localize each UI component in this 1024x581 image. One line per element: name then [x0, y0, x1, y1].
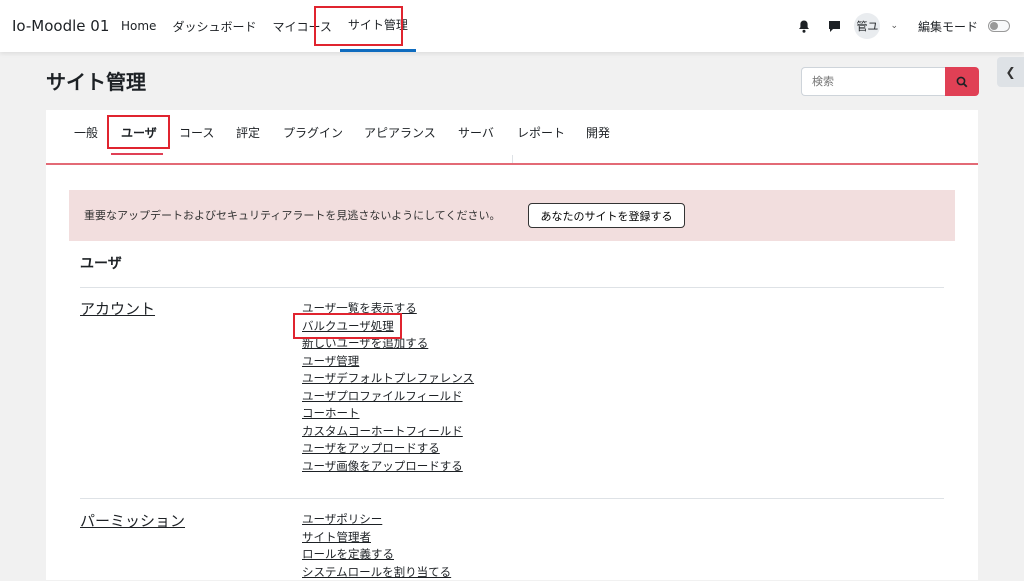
avatar[interactable]: 管ユ	[854, 13, 880, 39]
link-site-admins[interactable]: サイト管理者	[302, 529, 451, 547]
link-user-policies[interactable]: ユーザポリシー	[302, 511, 451, 529]
alert-text: 重要なアップデートおよびセキュリティアラートを見逃さないようにしてください。	[84, 207, 500, 223]
tab-reports[interactable]: レポート	[517, 124, 565, 141]
tab-general[interactable]: 一般	[74, 124, 98, 141]
link-define-roles[interactable]: ロールを定義する	[302, 546, 451, 564]
link-cohorts[interactable]: コーホート	[302, 405, 474, 423]
category-permissions[interactable]: パーミッション	[80, 510, 185, 531]
admin-card: 一般 ユーザ コース 評定 プラグイン アピアランス サーバ レポート 開発 重…	[46, 110, 978, 580]
nav-home[interactable]: Home	[113, 0, 164, 52]
top-navbar: Io-Moodle 01 Home ダッシュボード マイコース サイト管理 管ユ…	[0, 0, 1024, 52]
edit-mode-toggle[interactable]	[988, 20, 1010, 32]
edit-mode-label: 編集モード	[918, 18, 978, 35]
page-title: サイト管理	[46, 66, 146, 95]
search-icon	[956, 76, 968, 88]
link-cohort-custom-fields[interactable]: カスタムコーホートフィールド	[302, 423, 474, 441]
divider	[80, 287, 944, 288]
highlight-box-bulk-users	[293, 313, 402, 339]
link-assign-system-roles[interactable]: システムロールを割り当てる	[302, 564, 451, 581]
site-brand[interactable]: Io-Moodle 01	[12, 17, 109, 35]
tab-server[interactable]: サーバ	[458, 124, 494, 141]
section-heading: ユーザ	[80, 253, 122, 273]
link-upload-pictures[interactable]: ユーザ画像をアップロードする	[302, 458, 474, 476]
link-user-management[interactable]: ユーザ管理	[302, 353, 474, 371]
link-user-profile-fields[interactable]: ユーザプロファイルフィールド	[302, 388, 474, 406]
search-input[interactable]	[801, 67, 945, 96]
tab-grades[interactable]: 評定	[236, 124, 260, 141]
tab-plugins[interactable]: プラグイン	[283, 124, 343, 141]
user-nav: 管ユ ⌄ 編集モード	[794, 0, 1010, 52]
chevron-down-icon[interactable]: ⌄	[890, 21, 898, 31]
tab-appearance[interactable]: アピアランス	[364, 124, 436, 141]
tab-development[interactable]: 開発	[586, 124, 610, 141]
highlight-box-users-tab	[107, 115, 170, 149]
permissions-link-list: ユーザポリシー サイト管理者 ロールを定義する システムロールを割り当てる	[302, 511, 451, 581]
message-icon[interactable]	[824, 16, 844, 36]
link-user-default-preferences[interactable]: ユーザデフォルトプレファレンス	[302, 370, 474, 388]
registration-alert: 重要なアップデートおよびセキュリティアラートを見逃さないようにしてください。 あ…	[69, 190, 955, 241]
tabs-bottom-border	[46, 163, 978, 165]
admin-tabs: 一般 ユーザ コース 評定 プラグイン アピアランス サーバ レポート 開発	[46, 110, 978, 165]
divider	[80, 498, 944, 499]
highlight-box-nav	[314, 6, 403, 46]
chevron-left-icon[interactable]: ❮	[997, 57, 1024, 87]
tab-courses[interactable]: コース	[179, 124, 214, 141]
active-tab-indicator	[111, 153, 163, 155]
nav-dashboard[interactable]: ダッシュボード	[164, 0, 264, 52]
search-button[interactable]	[945, 67, 979, 96]
bell-icon[interactable]	[794, 16, 814, 36]
register-site-button[interactable]: あなたのサイトを登録する	[528, 203, 685, 228]
link-upload-users[interactable]: ユーザをアップロードする	[302, 440, 474, 458]
admin-search	[801, 67, 979, 96]
category-accounts[interactable]: アカウント	[80, 298, 155, 319]
